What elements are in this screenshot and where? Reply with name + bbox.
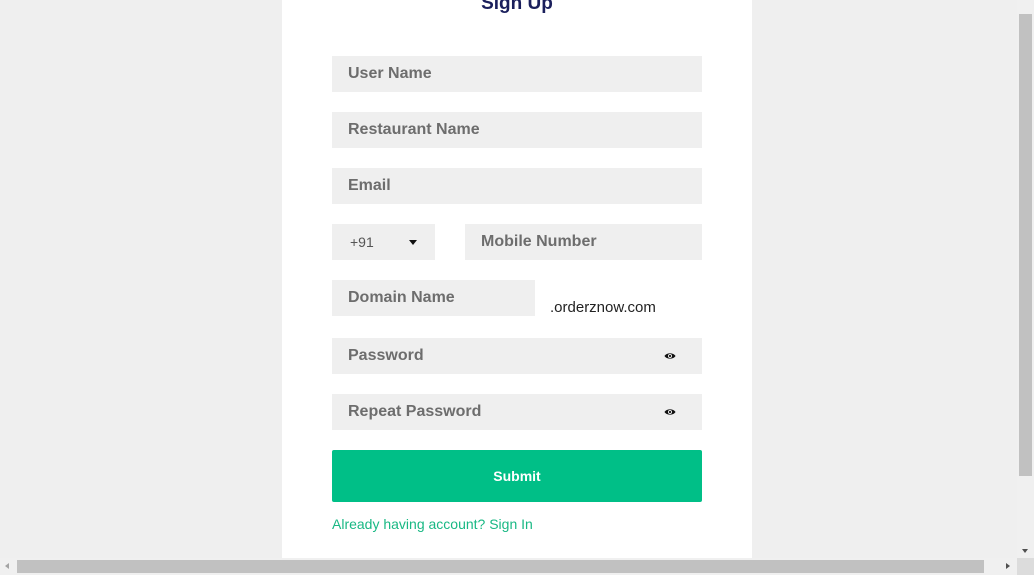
vertical-scrollbar[interactable] — [1017, 0, 1034, 558]
password-field[interactable]: Password — [332, 338, 702, 374]
sign-in-link[interactable]: Already having account? Sign In — [332, 516, 533, 532]
email-placeholder: Email — [348, 177, 391, 194]
password-placeholder: Password — [348, 347, 424, 364]
mobile-number-field[interactable]: Mobile Number — [465, 224, 702, 260]
mobile-number-placeholder: Mobile Number — [481, 233, 597, 250]
scroll-left-arrow-icon[interactable] — [5, 563, 9, 569]
repeat-password-field[interactable]: Repeat Password — [332, 394, 702, 430]
user-name-field[interactable]: User Name — [332, 56, 702, 92]
user-name-placeholder: User Name — [348, 65, 432, 82]
horizontal-scrollbar[interactable] — [0, 558, 1034, 575]
repeat-password-placeholder: Repeat Password — [348, 403, 482, 420]
country-code-value: +91 — [350, 234, 374, 250]
page-title: Sign Up — [481, 0, 553, 14]
email-field[interactable]: Email — [332, 168, 702, 204]
horizontal-scrollbar-thumb[interactable] — [17, 560, 984, 573]
eye-icon[interactable] — [664, 352, 676, 360]
signup-card: Sign Up User Name Restaurant Name Email … — [282, 0, 752, 558]
domain-suffix: .orderznow.com — [550, 299, 656, 316]
vertical-scrollbar-thumb[interactable] — [1019, 14, 1032, 476]
domain-name-field[interactable]: Domain Name — [332, 280, 535, 316]
restaurant-name-placeholder: Restaurant Name — [348, 121, 480, 138]
scroll-right-arrow-icon[interactable] — [1006, 563, 1010, 569]
country-code-select[interactable]: +91 — [332, 224, 435, 260]
caret-down-icon — [409, 239, 417, 245]
domain-name-placeholder: Domain Name — [348, 289, 455, 306]
scroll-down-arrow-icon[interactable] — [1022, 549, 1028, 553]
scrollbar-corner — [1017, 558, 1034, 575]
eye-icon[interactable] — [664, 408, 676, 416]
restaurant-name-field[interactable]: Restaurant Name — [332, 112, 702, 148]
submit-button[interactable]: Submit — [332, 450, 702, 502]
